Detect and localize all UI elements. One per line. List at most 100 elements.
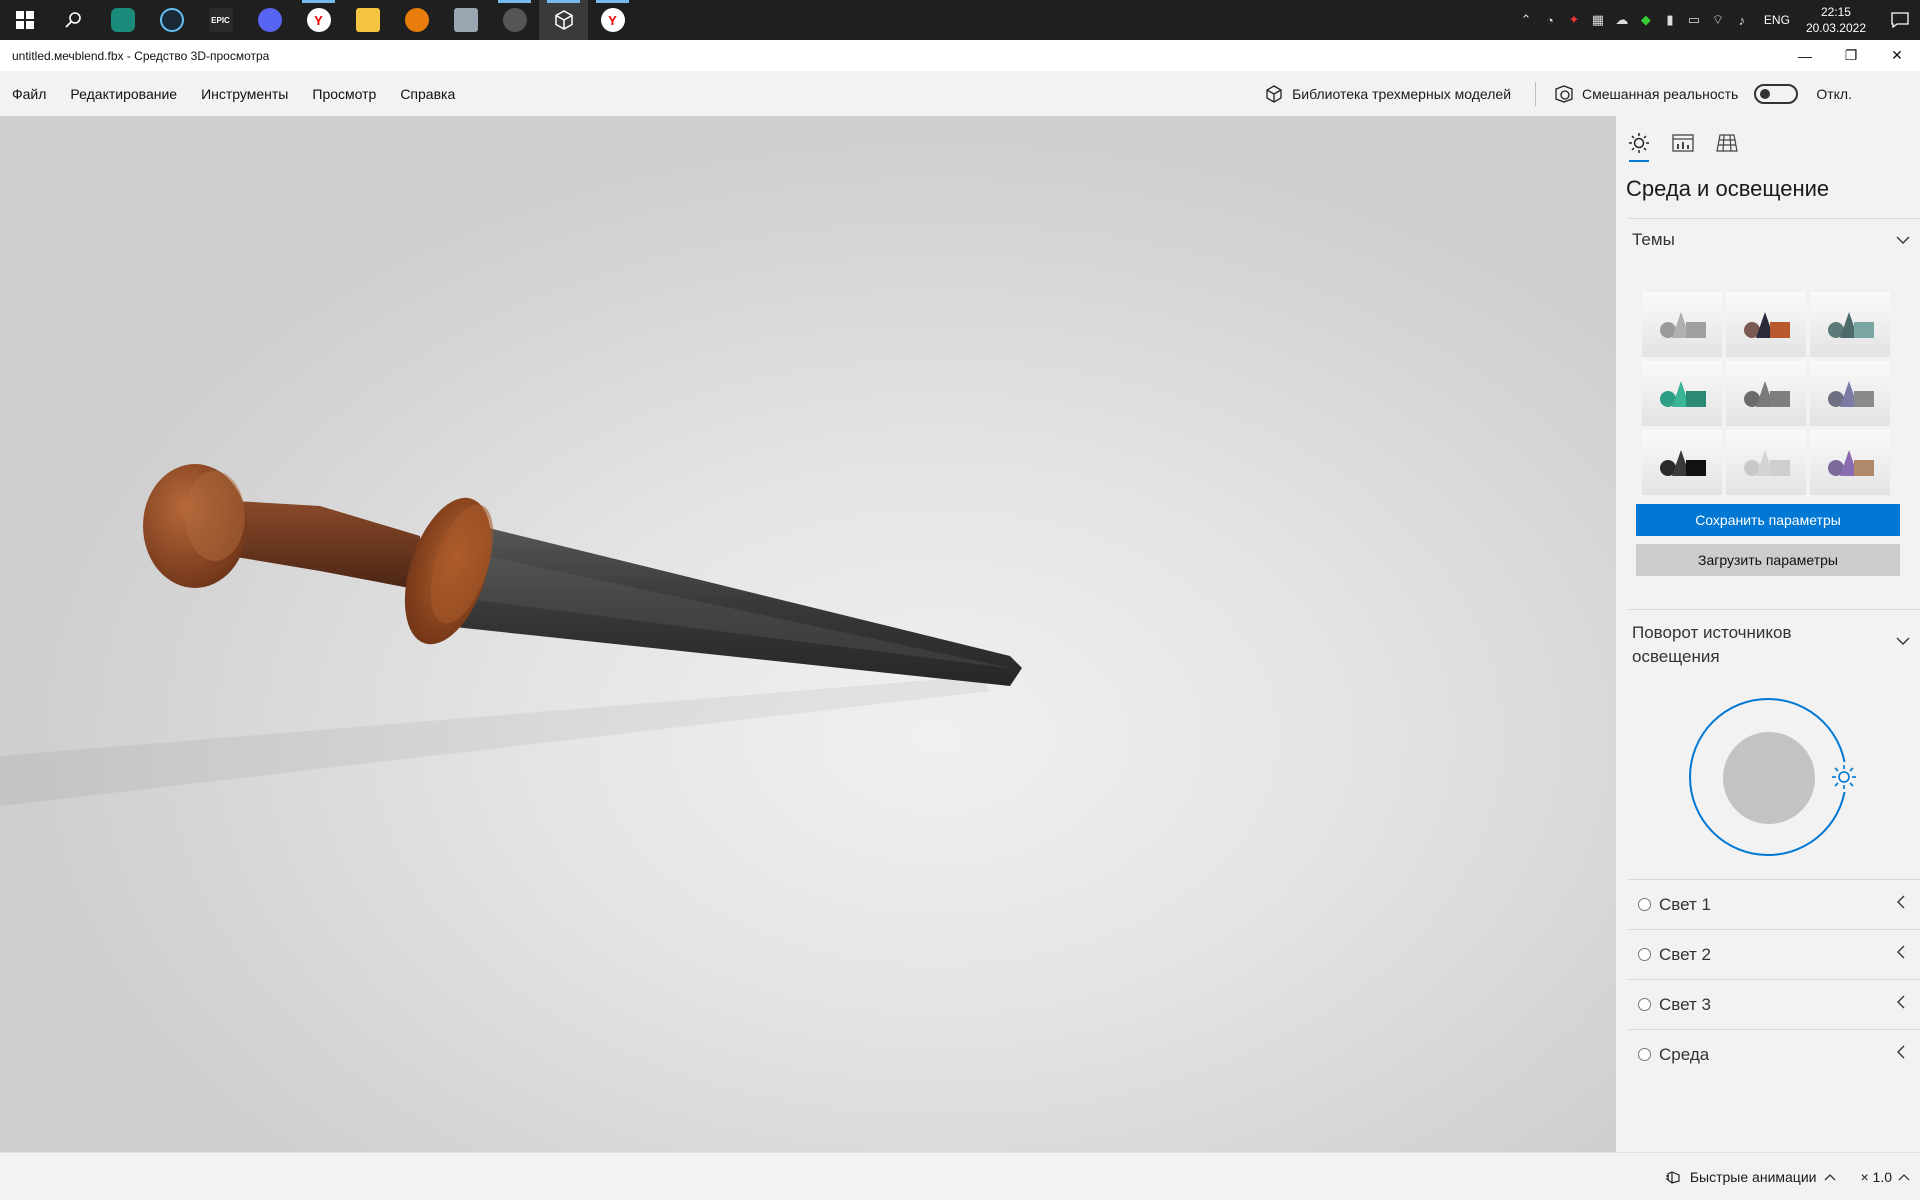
close-button[interactable]: ✕	[1874, 40, 1920, 71]
grid-icon	[1716, 134, 1738, 152]
search-icon[interactable]	[49, 0, 98, 40]
yandex-browser-icon[interactable]: Y	[294, 0, 343, 40]
environment-light-row[interactable]: Среда	[1628, 1029, 1920, 1079]
menu-tools[interactable]: Инструменты	[189, 71, 300, 116]
mixed-reality-icon	[1555, 84, 1573, 103]
photos-icon[interactable]	[441, 0, 490, 40]
theme-thumbnail-2[interactable]	[1726, 292, 1806, 357]
tab-environment[interactable]	[1626, 128, 1652, 162]
light-3-row[interactable]: Свет 3	[1628, 979, 1920, 1029]
tab-statistics[interactable]	[1670, 128, 1696, 158]
themes-grid	[1642, 292, 1890, 495]
light-1-row[interactable]: Свет 1	[1628, 879, 1920, 929]
notification-icon[interactable]	[1880, 0, 1920, 40]
menu-edit[interactable]: Редактирование	[58, 71, 189, 116]
light-3-radio[interactable]	[1638, 998, 1651, 1011]
light-1-label: Свет 1	[1659, 894, 1711, 914]
shield-app-icon[interactable]	[98, 0, 147, 40]
theme-thumbnail-7[interactable]	[1642, 430, 1722, 495]
clock-date: 20.03.2022	[1805, 21, 1866, 35]
3d-viewer-icon[interactable]	[539, 0, 588, 40]
light-2-row[interactable]: Свет 2	[1628, 929, 1920, 979]
load-settings-button[interactable]: Загрузить параметры	[1636, 544, 1900, 576]
tab-grid[interactable]	[1714, 128, 1740, 158]
theme-thumbnail-6[interactable]	[1810, 361, 1890, 426]
steam-icon[interactable]	[147, 0, 196, 40]
light-1-radio[interactable]	[1638, 898, 1651, 911]
theme-cube	[1686, 460, 1706, 476]
blender-icon[interactable]	[392, 0, 441, 40]
3d-library-button[interactable]: Библиотека трехмерных моделей	[1246, 71, 1529, 116]
light-rotation-label: Поворот источников освещения	[1632, 623, 1792, 666]
stats-icon	[1672, 134, 1694, 152]
theme-cube	[1686, 391, 1706, 407]
yandex-browser-2-icon[interactable]: Y	[588, 0, 637, 40]
3d-library-label: Библиотека трехмерных моделей	[1292, 85, 1512, 102]
mixed-reality-toggle[interactable]	[1754, 83, 1799, 104]
discord-icon[interactable]	[245, 0, 294, 40]
3d-viewport[interactable]	[0, 116, 1616, 1152]
3d-library-icon	[1266, 84, 1282, 103]
environment-radio[interactable]	[1638, 1048, 1651, 1061]
microphone-icon[interactable]: ▮	[1658, 0, 1682, 40]
epic-games-icon[interactable]: EPIC	[196, 0, 245, 40]
light-rotation-header[interactable]: Поворот источников освещения	[1632, 621, 1916, 669]
divider	[1628, 218, 1920, 219]
chevron-up-icon	[1898, 1173, 1910, 1180]
window-title: untitled.мечblend.fbx - Средство 3D-прос…	[12, 48, 270, 63]
light-sphere-preview	[1723, 732, 1815, 824]
light-2-radio[interactable]	[1638, 948, 1651, 961]
chevron-down-icon	[1896, 230, 1910, 250]
theme-thumbnail-3[interactable]	[1810, 292, 1890, 357]
menu-help[interactable]: Справка	[388, 71, 467, 116]
windows-start-icon[interactable]	[0, 0, 49, 40]
volume-icon[interactable]: ♪	[1730, 0, 1754, 40]
status-bar: Быстрые анимации × 1.0	[0, 1152, 1920, 1200]
wifi-icon[interactable]: ⌔	[1706, 0, 1730, 40]
theme-thumbnail-8[interactable]	[1726, 430, 1806, 495]
chevron-down-icon	[1896, 629, 1910, 653]
settings-icon[interactable]	[490, 0, 539, 40]
theme-cube	[1854, 391, 1874, 407]
menu-bar: Файл Редактирование Инструменты Просмотр…	[0, 71, 1920, 116]
minimize-button[interactable]: —	[1782, 40, 1828, 71]
defender-icon[interactable]: ◆	[1634, 0, 1658, 40]
usb-icon[interactable]: ▭	[1682, 0, 1706, 40]
environment-label: Среда	[1659, 1044, 1710, 1064]
speed-control[interactable]: × 1.0	[1860, 1169, 1910, 1185]
menu-view[interactable]: Просмотр	[300, 71, 388, 116]
language-indicator[interactable]: ENG	[1754, 13, 1800, 27]
mixed-reality-control[interactable]: Смешанная реальность Откл.	[1542, 83, 1920, 104]
restore-button[interactable]: ❐	[1828, 40, 1874, 71]
theme-thumbnail-5[interactable]	[1726, 361, 1806, 426]
menu-file[interactable]: Файл	[0, 71, 58, 116]
theme-cube	[1770, 391, 1790, 407]
chevron-left-icon	[1896, 995, 1906, 1014]
cloud-icon[interactable]: ☁	[1610, 0, 1634, 40]
mixed-reality-label: Смешанная реальность	[1582, 85, 1739, 102]
sword-model[interactable]	[0, 116, 1616, 1152]
clock-time: 22:15	[1820, 5, 1851, 19]
toggle-state-label: Откл.	[1816, 85, 1852, 102]
divider	[1628, 609, 1920, 610]
app-tray-icon[interactable]: ▦	[1586, 0, 1610, 40]
chevron-left-icon	[1896, 945, 1906, 964]
game-tray-icon[interactable]: ✦	[1562, 0, 1586, 40]
clock[interactable]: 22:15 20.03.2022	[1800, 4, 1880, 36]
theme-thumbnail-1[interactable]	[1642, 292, 1722, 357]
light-rotation-dial[interactable]	[1689, 698, 1859, 856]
light-handle-sun-icon[interactable]	[1829, 762, 1859, 792]
theme-thumbnail-9[interactable]	[1810, 430, 1890, 495]
panel-title: Среда и освещение	[1626, 176, 1830, 201]
theme-thumbnail-4[interactable]	[1642, 361, 1722, 426]
themes-header[interactable]: Темы	[1632, 230, 1916, 250]
taskbar: EPIC Y Y ⌃ ◔ ✦ ▦ ☁ ◆ ▮ ▭ ⌔ ♪ ENG 22:15 2…	[0, 0, 1920, 40]
menu-separator	[1535, 81, 1537, 106]
panel-tabs	[1626, 128, 1740, 162]
quick-animations-control[interactable]: Быстрые анимации	[1665, 1169, 1837, 1185]
file-explorer-icon[interactable]	[343, 0, 392, 40]
save-settings-button[interactable]: Сохранить параметры	[1636, 504, 1900, 536]
chevron-up-icon[interactable]: ⌃	[1514, 0, 1538, 40]
network-status-icon[interactable]: ◔	[1538, 0, 1562, 40]
theme-cube	[1854, 460, 1874, 476]
